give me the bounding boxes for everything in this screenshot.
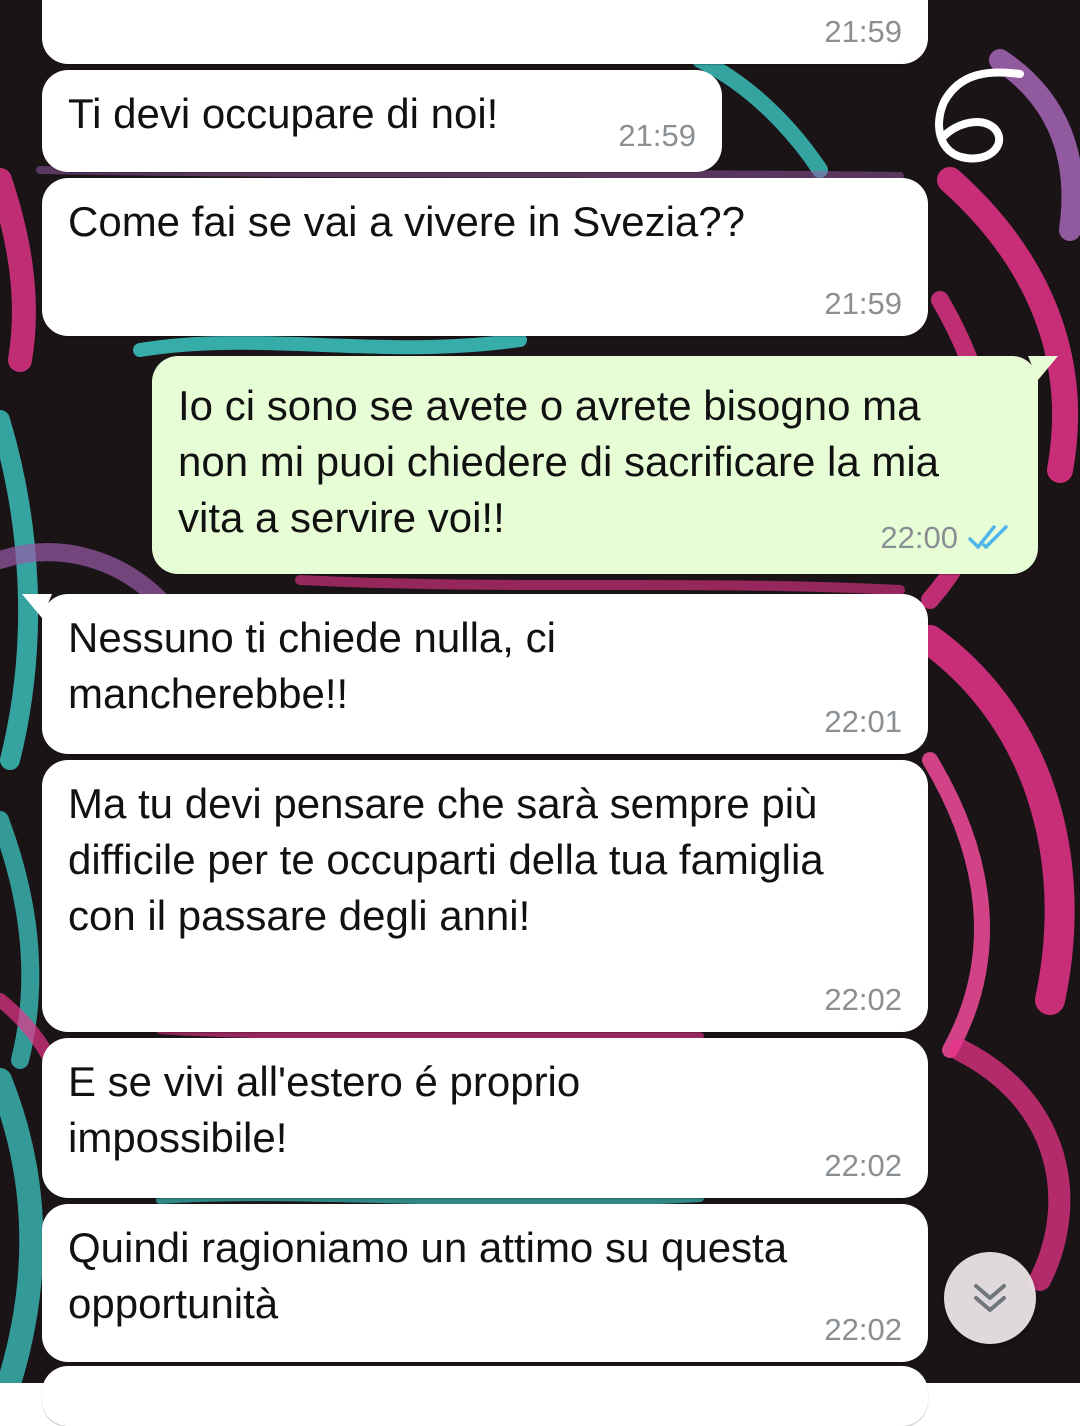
message-bubble-incoming[interactable]: Nessuno ti chiede nulla, ci mancherebbe!…: [22, 594, 928, 754]
bubble-tail: [22, 594, 52, 618]
message-meta: 21:59: [824, 14, 902, 50]
message-meta: 22:02: [824, 1312, 902, 1348]
message-time: 22:01: [824, 704, 902, 739]
message-bubble-incoming[interactable]: E se vivi all'estero é proprio impossibi…: [42, 1038, 928, 1198]
message-text: Ma tu devi pensare che sarà sempre più d…: [68, 780, 824, 939]
message-bubble-incoming[interactable]: Quindi ragioniamo un attimo su questa op…: [42, 1204, 928, 1362]
message-bubble-incoming[interactable]: Ma tu devi pensare che sarà sempre più d…: [42, 760, 928, 1032]
scroll-to-bottom-button[interactable]: [944, 1252, 1036, 1344]
message-meta: 22:01: [824, 704, 902, 740]
message-time: 22:02: [824, 1148, 902, 1183]
message-bubble-outgoing[interactable]: Io ci sono se avete o avrete bisogno ma …: [152, 356, 1058, 574]
message-time: 22:00: [880, 520, 958, 555]
message-meta: 22:02: [824, 1148, 902, 1184]
message-meta: 22:02: [824, 982, 902, 1018]
handwritten-page-number: [935, 68, 1024, 163]
message-text: Ti devi occupare di noi!: [68, 90, 499, 137]
message-bubble-incoming[interactable]: [42, 1366, 928, 1426]
message-meta: 22:00: [880, 520, 1012, 556]
message-time: 21:59: [824, 286, 902, 321]
double-check-icon: [968, 525, 1008, 549]
message-time: 21:59: [618, 118, 696, 153]
message-text: Quindi ragioniamo un attimo su questa op…: [68, 1224, 788, 1327]
message-meta: 21:59: [618, 118, 696, 154]
message-text: Come fai se vai a vivere in Svezia??: [68, 198, 745, 245]
chevron-double-down-icon: [974, 1284, 1006, 1312]
message-meta: 21:59: [824, 286, 902, 322]
message-bubble-incoming[interactable]: 21:59: [42, 0, 928, 64]
message-time: 21:59: [824, 14, 902, 49]
message-bubble-incoming[interactable]: Ti devi occupare di noi! 21:59: [42, 70, 722, 172]
message-text: Nessuno ti chiede nulla, ci mancherebbe!…: [68, 614, 556, 717]
message-text: E se vivi all'estero é proprio impossibi…: [68, 1058, 581, 1161]
message-time: 22:02: [824, 982, 902, 1017]
message-time: 22:02: [824, 1312, 902, 1347]
message-bubble-incoming[interactable]: Come fai se vai a vivere in Svezia?? 21:…: [42, 178, 928, 336]
bubble-tail: [1028, 356, 1058, 380]
message-text: Io ci sono se avete o avrete bisogno ma …: [178, 382, 940, 541]
